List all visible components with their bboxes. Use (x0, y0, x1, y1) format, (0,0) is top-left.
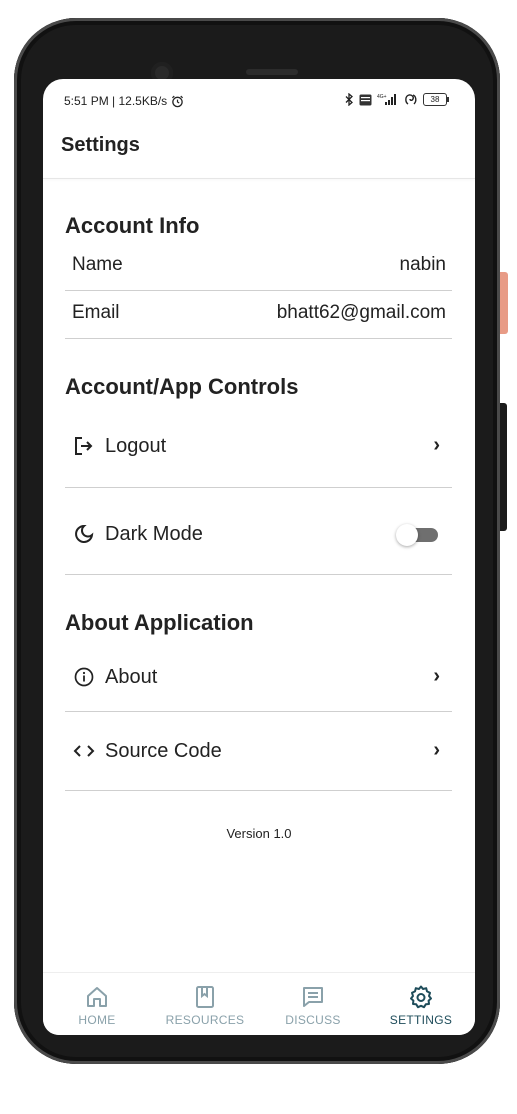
section-about-application: About Application (65, 610, 254, 635)
section-account-app-controls: Account/App Controls (65, 374, 299, 399)
email-label: Email (72, 302, 120, 323)
dark-mode-row[interactable]: Dark Mode (65, 487, 452, 575)
appbar-divider (43, 178, 475, 179)
bluetooth-icon (345, 93, 353, 106)
status-bar: 5:51 PM | 12.5KB/s 4G+ 38 (43, 79, 475, 125)
nav-discuss[interactable]: DISCUSS (259, 973, 367, 1035)
chevron-right-icon: › (433, 434, 440, 456)
chevron-right-icon: › (433, 665, 440, 687)
alarm-icon (172, 95, 184, 107)
logout-row[interactable]: Logout › (65, 414, 452, 488)
book-icon (196, 986, 214, 1008)
screen: 5:51 PM | 12.5KB/s 4G+ 38 Settings Accou… (43, 79, 475, 1035)
earpiece-speaker (246, 69, 298, 75)
name-label: Name (72, 254, 123, 275)
nav-resources[interactable]: RESOURCES (151, 973, 259, 1035)
volte-icon (359, 94, 372, 105)
chevron-right-icon: › (433, 739, 440, 761)
nav-discuss-label: DISCUSS (285, 1013, 341, 1027)
nav-settings[interactable]: SETTINGS (367, 973, 475, 1035)
status-time-speed: 5:51 PM | 12.5KB/s (64, 94, 168, 108)
info-icon (73, 666, 95, 688)
dark-mode-toggle[interactable] (396, 524, 438, 546)
nav-home[interactable]: HOME (43, 973, 151, 1035)
email-row: Email bhatt62@gmail.com (65, 290, 452, 339)
logout-icon (73, 435, 95, 457)
source-code-row[interactable]: Source Code › (65, 711, 452, 791)
chat-icon (303, 987, 323, 1007)
name-row: Name nabin (65, 242, 452, 291)
page-title: Settings (61, 134, 140, 156)
svg-text:4G+: 4G+ (377, 94, 387, 100)
gear-icon (410, 985, 432, 1009)
side-button-volume (500, 403, 507, 531)
code-icon (73, 740, 95, 762)
about-row[interactable]: About › (65, 649, 452, 712)
email-value: bhatt62@gmail.com (276, 302, 446, 323)
source-code-label: Source Code (105, 740, 222, 762)
name-value: nabin (399, 254, 447, 275)
moon-icon (73, 523, 95, 545)
home-icon (87, 987, 107, 1007)
side-button-power (500, 272, 508, 334)
battery-icon: 38 (423, 93, 449, 106)
nav-home-label: HOME (78, 1013, 116, 1027)
version-text: Version 1.0 (226, 826, 292, 841)
logout-label: Logout (105, 435, 167, 457)
toggle-knob (396, 524, 418, 546)
about-label: About (105, 666, 158, 688)
bottom-nav: HOME RESOURCES DISCUSS SETTINGS (43, 972, 475, 1035)
section-account-info: Account Info (65, 213, 200, 238)
hotspot-icon (405, 94, 417, 105)
signal-icon: 4G+ (377, 94, 396, 105)
dark-mode-label: Dark Mode (105, 523, 203, 545)
nav-settings-label: SETTINGS (389, 1013, 453, 1027)
nav-resources-label: RESOURCES (165, 1013, 245, 1027)
